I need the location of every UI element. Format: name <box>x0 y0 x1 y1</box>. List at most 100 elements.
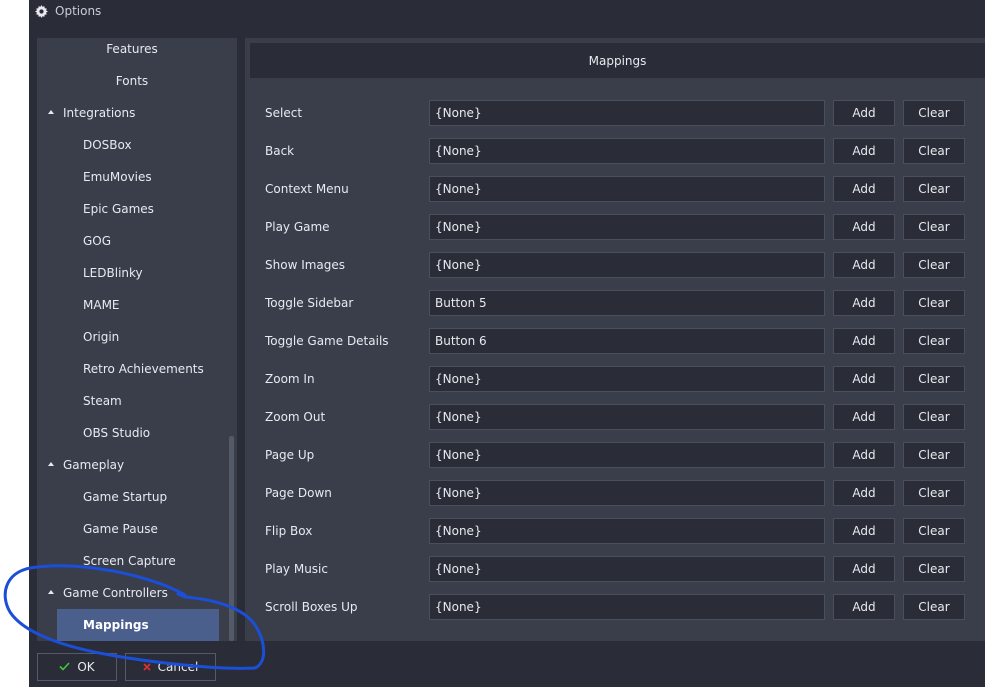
cancel-button[interactable]: Cancel <box>125 653 216 681</box>
add-button-back[interactable]: Add <box>833 138 895 164</box>
sidebar-item-label: Screen Capture <box>83 554 176 568</box>
add-button-context-menu[interactable]: Add <box>833 176 895 202</box>
mapping-label-flip-box: Flip Box <box>265 524 313 538</box>
add-button-scroll-boxes-up[interactable]: Add <box>833 594 895 620</box>
add-button-toggle-game-details[interactable]: Add <box>833 328 895 354</box>
sidebar-item-game-startup[interactable]: Game Startup <box>37 481 227 513</box>
mapping-row: Zoom Out {None} Add Clear <box>245 404 985 430</box>
mapping-label-zoom-out: Zoom Out <box>265 410 326 424</box>
sidebar-item-epic-games[interactable]: Epic Games <box>37 193 227 225</box>
mapping-field-context-menu[interactable]: {None} <box>429 176 825 202</box>
add-button-toggle-sidebar[interactable]: Add <box>833 290 895 316</box>
sidebar-item-retro-achievements[interactable]: Retro Achievements <box>37 353 227 385</box>
sidebar-scrollbar-thumb[interactable] <box>229 436 234 641</box>
clear-button-toggle-game-details[interactable]: Clear <box>903 328 965 354</box>
mapping-row: Context Menu {None} Add Clear <box>245 176 985 202</box>
clear-button-flip-box[interactable]: Clear <box>903 518 965 544</box>
clear-button-zoom-out[interactable]: Clear <box>903 404 965 430</box>
mapping-row: Zoom In {None} Add Clear <box>245 366 985 392</box>
add-button-select[interactable]: Add <box>833 100 895 126</box>
sidebar-item-game-pause[interactable]: Game Pause <box>37 513 227 545</box>
mapping-label-scroll-boxes-up: Scroll Boxes Up <box>265 600 358 614</box>
sidebar-item-fonts[interactable]: Fonts <box>37 65 227 97</box>
clear-button-page-up[interactable]: Clear <box>903 442 965 468</box>
mapping-row: Scroll Boxes Up {None} Add Clear <box>245 594 985 620</box>
mapping-label-zoom-in: Zoom In <box>265 372 315 386</box>
mapping-label-back: Back <box>265 144 295 158</box>
sidebar-item-emumovies[interactable]: EmuMovies <box>37 161 227 193</box>
mapping-row: Flip Box {None} Add Clear <box>245 518 985 544</box>
sidebar-item-gameplay[interactable]: Gameplay <box>37 449 227 481</box>
sidebar-item-game-controllers[interactable]: Game Controllers <box>37 577 227 609</box>
sidebar-item-label: DOSBox <box>83 138 132 152</box>
clear-button-play-music[interactable]: Clear <box>903 556 965 582</box>
sidebar-item-features[interactable]: Features <box>37 38 227 65</box>
clear-button-scroll-boxes-up[interactable]: Clear <box>903 594 965 620</box>
mapping-field-play-game[interactable]: {None} <box>429 214 825 240</box>
ok-label: OK <box>77 660 95 674</box>
sidebar-item-obs-studio[interactable]: OBS Studio <box>37 417 227 449</box>
sidebar-item-ledblinky[interactable]: LEDBlinky <box>37 257 227 289</box>
sidebar-item-label: LEDBlinky <box>83 266 143 280</box>
mapping-field-back[interactable]: {None} <box>429 138 825 164</box>
mapping-field-select[interactable]: {None} <box>429 100 825 126</box>
mapping-field-page-up[interactable]: {None} <box>429 442 825 468</box>
sidebar-item-screen-capture[interactable]: Screen Capture <box>37 545 227 577</box>
sidebar-item-label: Fonts <box>115 74 149 88</box>
clear-button-back[interactable]: Clear <box>903 138 965 164</box>
sidebar-item-integrations[interactable]: Integrations <box>37 97 227 129</box>
add-button-play-music[interactable]: Add <box>833 556 895 582</box>
sidebar-item-steam[interactable]: Steam <box>37 385 227 417</box>
add-button-zoom-out[interactable]: Add <box>833 404 895 430</box>
sidebar-item-dosbox[interactable]: DOSBox <box>37 129 227 161</box>
clear-button-zoom-in[interactable]: Clear <box>903 366 965 392</box>
clear-button-toggle-sidebar[interactable]: Clear <box>903 290 965 316</box>
gear-icon <box>35 4 48 18</box>
clear-button-show-images[interactable]: Clear <box>903 252 965 278</box>
mapping-field-toggle-game-details[interactable]: Button 6 <box>429 328 825 354</box>
mapping-label-toggle-sidebar: Toggle Sidebar <box>265 296 354 310</box>
options-window: Options Features Fonts Integrations DOSBox E… <box>29 0 985 687</box>
sidebar-item-label: Game Controllers <box>63 586 168 600</box>
expand-triangle-icon[interactable] <box>48 590 54 594</box>
sidebar-item-label: Features <box>106 42 158 56</box>
add-button-flip-box[interactable]: Add <box>833 518 895 544</box>
mapping-field-flip-box[interactable]: {None} <box>429 518 825 544</box>
add-button-page-down[interactable]: Add <box>833 480 895 506</box>
sidebar-item-origin[interactable]: Origin <box>37 321 227 353</box>
mapping-field-toggle-sidebar[interactable]: Button 5 <box>429 290 825 316</box>
mapping-field-show-images[interactable]: {None} <box>429 252 825 278</box>
add-button-play-game[interactable]: Add <box>833 214 895 240</box>
mapping-field-page-down[interactable]: {None} <box>429 480 825 506</box>
mapping-label-show-images: Show Images <box>265 258 346 272</box>
cancel-label: Cancel <box>157 660 199 674</box>
add-button-page-up[interactable]: Add <box>833 442 895 468</box>
sidebar-item-label: OBS Studio <box>83 426 151 440</box>
clear-button-play-game[interactable]: Clear <box>903 214 965 240</box>
expand-triangle-icon[interactable] <box>48 110 54 114</box>
sidebar-item-mappings[interactable]: Mappings <box>57 609 219 641</box>
mapping-field-zoom-in[interactable]: {None} <box>429 366 825 392</box>
mapping-label-play-game: Play Game <box>265 220 330 234</box>
mapping-row: Show Images {None} Add Clear <box>245 252 985 278</box>
clear-button-page-down[interactable]: Clear <box>903 480 965 506</box>
sidebar-item-label: Integrations <box>63 106 136 120</box>
mapping-field-zoom-out[interactable]: {None} <box>429 404 825 430</box>
sidebar-item-label: Steam <box>83 394 122 408</box>
expand-triangle-icon[interactable] <box>48 462 54 466</box>
clear-button-context-menu[interactable]: Clear <box>903 176 965 202</box>
mapping-row: Toggle Game Details Button 6 Add Clear <box>245 328 985 354</box>
add-button-show-images[interactable]: Add <box>833 252 895 278</box>
mapping-row: Select {None} Add Clear <box>245 100 985 126</box>
mapping-field-scroll-boxes-up[interactable]: {None} <box>429 594 825 620</box>
mapping-row: Play Music {None} Add Clear <box>245 556 985 582</box>
ok-button[interactable]: OK <box>37 653 117 681</box>
add-button-zoom-in[interactable]: Add <box>833 366 895 392</box>
clear-button-select[interactable]: Clear <box>903 100 965 126</box>
sidebar-item-gog[interactable]: GOG <box>37 225 227 257</box>
mapping-label-select: Select <box>265 106 303 120</box>
mapping-label-page-down: Page Down <box>265 486 332 500</box>
mapping-field-play-music[interactable]: {None} <box>429 556 825 582</box>
sidebar-item-mame[interactable]: MAME <box>37 289 227 321</box>
mapping-label-page-up: Page Up <box>265 448 315 462</box>
